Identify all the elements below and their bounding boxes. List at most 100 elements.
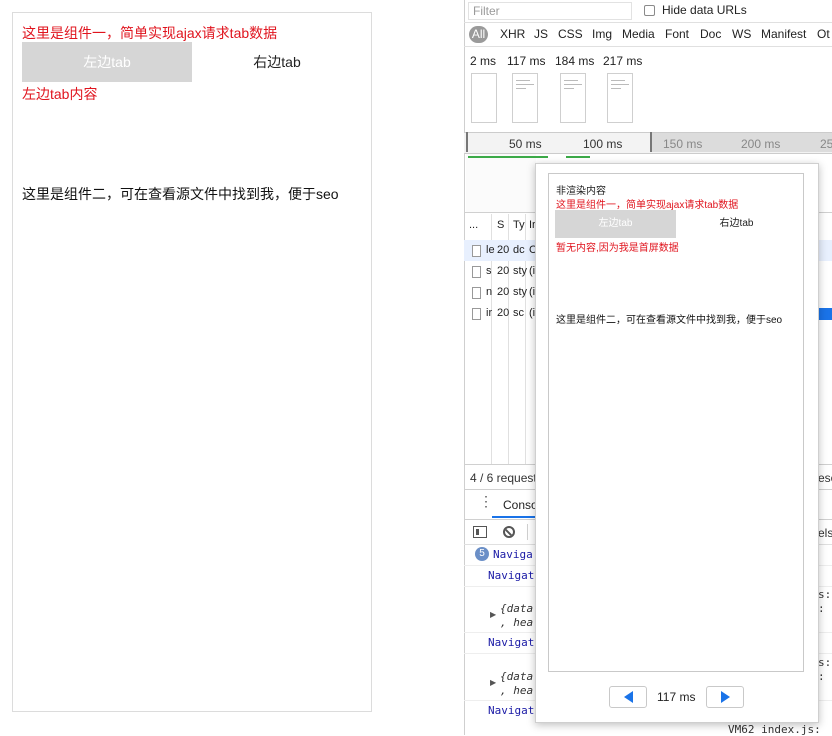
console-source-link[interactable]: VM62 index.js:: [728, 723, 821, 736]
console-source-link[interactable]: s:: [818, 656, 831, 669]
type-filter-other[interactable]: Ot: [817, 27, 830, 41]
timeline-label: 50 ms: [509, 137, 542, 151]
col-header-type[interactable]: Ty: [513, 219, 525, 231]
type-filter-all[interactable]: All: [469, 26, 488, 43]
message-count-badge: 5: [475, 547, 489, 561]
timeline-label: 150 ms: [663, 137, 703, 151]
thumb-line: [611, 80, 625, 81]
sidebar-toggle-icon[interactable]: [473, 526, 487, 538]
document-icon: [472, 308, 481, 320]
col-header-name[interactable]: ...: [469, 219, 478, 231]
type-filter-doc[interactable]: Doc: [700, 27, 721, 41]
rendered-page: [12, 12, 372, 712]
thumb-line: [516, 84, 534, 85]
timeline-handle-right[interactable]: [650, 132, 652, 152]
timeline-handle-left[interactable]: [466, 132, 468, 152]
triangle-right-icon: [720, 691, 730, 703]
console-object: , hea: [500, 616, 534, 629]
console-message[interactable]: Naviga: [493, 548, 533, 561]
component1-text: 这里是组件一，简单实现ajax请求tab数据: [22, 25, 278, 41]
not-rendered-label: 非渲染内容: [556, 186, 606, 197]
filmstrip-time: 184 ms: [555, 54, 595, 68]
resources-summary: esc: [818, 471, 832, 485]
table-cell-name[interactable]: le: [486, 244, 495, 256]
thumb-line: [611, 84, 629, 85]
console-object[interactable]: {data: [500, 670, 533, 683]
expand-triangle-icon[interactable]: ▶: [490, 678, 496, 687]
waterfall-bar: [566, 156, 590, 158]
filmstrip-time: 2 ms: [470, 54, 497, 68]
type-filter-xhr[interactable]: XHR: [500, 27, 525, 41]
type-filter-ws[interactable]: WS: [732, 27, 751, 41]
divider: [464, 22, 832, 23]
active-tab-indicator: [492, 516, 536, 518]
popover-component2-text: 这里是组件二，可在查看源文件中找到我，便于seo: [556, 315, 783, 326]
filmstrip-frame[interactable]: [512, 73, 538, 123]
thumb-line: [516, 88, 526, 89]
table-cell-status: 20: [497, 265, 510, 277]
table-cell-status: 20: [497, 307, 510, 319]
table-cell-type: sty: [513, 265, 528, 277]
timeline-label: 200 ms: [741, 137, 781, 151]
table-cell-name[interactable]: s: [486, 265, 492, 277]
waterfall-bar-blue: [818, 308, 832, 320]
waterfall-area: [466, 154, 536, 212]
type-filter-font[interactable]: Font: [665, 27, 689, 41]
component2-text: 这里是组件二，可在查看源文件中找到我，便于seo: [22, 186, 339, 202]
document-icon: [472, 287, 481, 299]
left-tab[interactable]: 左边tab: [22, 42, 192, 82]
expand-triangle-icon[interactable]: ▶: [490, 610, 496, 619]
console-object[interactable]: {data: [500, 602, 533, 615]
popover-no-content-text: 暂无内容,因为我是首屏数据: [556, 243, 679, 254]
tab-content: 左边tab内容: [22, 86, 98, 102]
timeline-label: 100 ms: [583, 137, 623, 151]
type-filter-js[interactable]: JS: [534, 27, 548, 41]
thumb-line: [564, 84, 582, 85]
console-source-link[interactable]: s:: [818, 588, 831, 601]
right-tab[interactable]: 右边tab: [192, 42, 362, 82]
console-object: , hea: [500, 684, 534, 697]
filmstrip-time: 117 ms: [507, 54, 546, 68]
table-cell-status: 20: [497, 244, 510, 256]
table-cell-type: sc: [513, 307, 524, 319]
type-filter-css[interactable]: CSS: [558, 27, 583, 41]
table-cell-status: 20: [497, 286, 510, 298]
frame-time-label: 117 ms: [657, 690, 696, 704]
popover-left-tab: 左边tab: [555, 210, 676, 238]
clear-console-icon[interactable]: [503, 526, 515, 538]
request-summary: 4 / 6 request: [470, 471, 537, 485]
divider: [527, 524, 528, 540]
previous-frame-button[interactable]: [609, 686, 647, 708]
filmstrip-time: 217 ms: [603, 54, 643, 68]
filmstrip-frame[interactable]: [560, 73, 586, 123]
hide-data-urls-checkbox[interactable]: [644, 5, 655, 16]
document-icon: [472, 266, 481, 278]
table-cell-name[interactable]: ir: [486, 307, 492, 319]
type-filter-manifest[interactable]: Manifest: [761, 27, 806, 41]
table-cell-name[interactable]: n: [486, 286, 492, 298]
console-message[interactable]: Navigat: [488, 569, 534, 582]
drawer-menu-icon[interactable]: ⋮: [479, 494, 493, 508]
thumb-line: [516, 80, 530, 81]
filter-input[interactable]: Filter: [468, 2, 632, 20]
table-cell-type: dc: [513, 244, 525, 256]
triangle-left-icon: [623, 691, 633, 703]
console-message[interactable]: Navigat: [488, 704, 534, 717]
popover-right-tab: 右边tab: [719, 218, 754, 229]
waterfall-bar: [468, 156, 548, 158]
type-filter-img[interactable]: Img: [592, 27, 612, 41]
console-message[interactable]: Navigat: [488, 636, 534, 649]
filmstrip-frame[interactable]: [471, 73, 497, 123]
thumb-line: [564, 80, 578, 81]
thumb-line: [611, 88, 621, 89]
next-frame-button[interactable]: [706, 686, 744, 708]
filmstrip-frame[interactable]: [607, 73, 633, 123]
tab-console[interactable]: Conso: [503, 498, 538, 512]
popover-component1-text: 这里是组件一，简单实现ajax请求tab数据: [556, 200, 739, 211]
col-header-status[interactable]: S: [497, 219, 504, 231]
type-filter-media[interactable]: Media: [622, 27, 655, 41]
log-levels-dropdown[interactable]: els: [818, 526, 832, 540]
thumb-line: [564, 88, 574, 89]
divider: [464, 46, 832, 47]
hide-data-urls-label: Hide data URLs: [662, 3, 747, 17]
